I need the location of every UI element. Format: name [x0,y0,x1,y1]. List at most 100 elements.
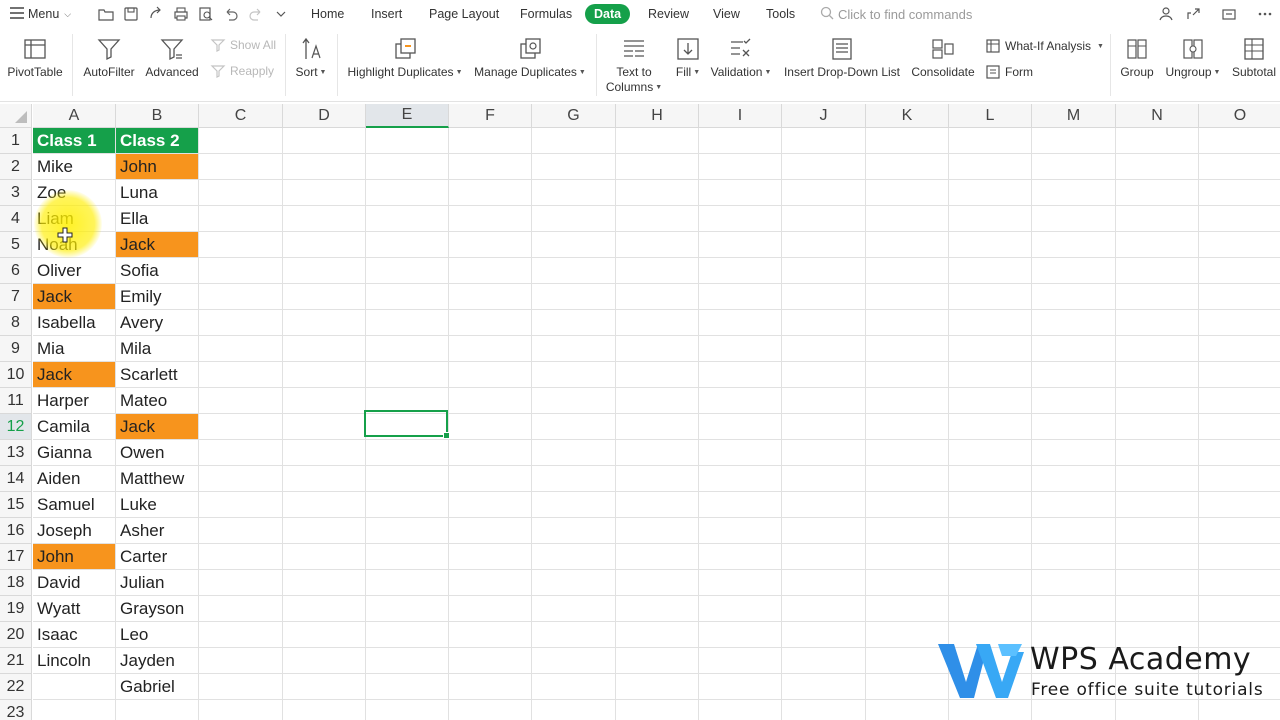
subtotal-button[interactable]: Subtotal [1228,28,1280,80]
cell-g2[interactable] [532,154,616,180]
cell-o10[interactable] [1199,362,1280,388]
tab-formulas[interactable]: Formulas [511,4,581,24]
cell-h5[interactable] [616,232,699,258]
cell-l10[interactable] [949,362,1032,388]
sort-button[interactable]: Sort ▼ [291,28,331,80]
cell-f15[interactable] [449,492,532,518]
form-button[interactable]: Form [985,64,1033,80]
cell-b4[interactable]: Ella [116,206,199,232]
cell-f16[interactable] [449,518,532,544]
cell-b5[interactable]: Jack [116,232,199,258]
cell-j4[interactable] [782,206,866,232]
column-header-o[interactable]: O [1199,104,1280,128]
cell-b9[interactable]: Mila [116,336,199,362]
cell-i14[interactable] [699,466,782,492]
cell-d7[interactable] [283,284,366,310]
cell-b15[interactable]: Luke [116,492,199,518]
cell-a22[interactable] [33,674,116,700]
cell-b1[interactable]: Class 2 [116,128,199,154]
cell-b6[interactable]: Sofia [116,258,199,284]
tab-page-layout[interactable]: Page Layout [420,4,508,24]
cell-f12[interactable] [449,414,532,440]
cell-o1[interactable] [1199,128,1280,154]
select-all-corner[interactable] [0,104,32,128]
cell-i22[interactable] [699,674,782,700]
cell-d4[interactable] [283,206,366,232]
cell-i12[interactable] [699,414,782,440]
cell-o4[interactable] [1199,206,1280,232]
cell-i15[interactable] [699,492,782,518]
cell-m17[interactable] [1032,544,1116,570]
cell-e5[interactable] [366,232,449,258]
cell-k1[interactable] [866,128,949,154]
autofilter-button[interactable]: AutoFilter [80,28,138,80]
cell-i4[interactable] [699,206,782,232]
cell-f18[interactable] [449,570,532,596]
cell-n2[interactable] [1116,154,1199,180]
cell-a15[interactable]: Samuel [33,492,116,518]
cell-a9[interactable]: Mia [33,336,116,362]
cell-f20[interactable] [449,622,532,648]
cell-e9[interactable] [366,336,449,362]
cell-a23[interactable] [33,700,116,720]
cell-h17[interactable] [616,544,699,570]
cell-c9[interactable] [199,336,283,362]
row-header[interactable]: 9 [0,336,32,362]
export-icon[interactable] [147,5,165,23]
cell-c12[interactable] [199,414,283,440]
column-header-e[interactable]: E [366,104,449,128]
cell-i21[interactable] [699,648,782,674]
manage-duplicates-button[interactable]: Manage Duplicates ▼ [472,28,588,80]
cell-g12[interactable] [532,414,616,440]
column-header-c[interactable]: C [199,104,283,128]
cell-n14[interactable] [1116,466,1199,492]
cell-i20[interactable] [699,622,782,648]
what-if-analysis-button[interactable]: What-If Analysis ▼ [985,38,1104,54]
share-user-icon[interactable] [1157,5,1175,23]
fill-button[interactable]: Fill ▼ [670,28,706,80]
cell-g1[interactable] [532,128,616,154]
cell-e8[interactable] [366,310,449,336]
tab-data[interactable]: Data [585,4,631,24]
cell-b3[interactable]: Luna [116,180,199,206]
cell-h15[interactable] [616,492,699,518]
cell-l8[interactable] [949,310,1032,336]
cell-k19[interactable] [866,596,949,622]
cell-g21[interactable] [532,648,616,674]
cell-g18[interactable] [532,570,616,596]
cell-e17[interactable] [366,544,449,570]
cell-o9[interactable] [1199,336,1280,362]
cell-h18[interactable] [616,570,699,596]
cell-c3[interactable] [199,180,283,206]
row-header[interactable]: 13 [0,440,32,466]
row-header[interactable]: 21 [0,648,32,674]
cell-l5[interactable] [949,232,1032,258]
cell-l7[interactable] [949,284,1032,310]
column-header-l[interactable]: L [949,104,1032,128]
group-button[interactable]: Group [1116,28,1158,80]
cell-e11[interactable] [366,388,449,414]
cell-n15[interactable] [1116,492,1199,518]
cell-o19[interactable] [1199,596,1280,622]
cell-j12[interactable] [782,414,866,440]
row-header[interactable]: 19 [0,596,32,622]
cell-n16[interactable] [1116,518,1199,544]
open-folder-icon[interactable] [97,5,115,23]
cell-i10[interactable] [699,362,782,388]
save-icon[interactable] [122,5,140,23]
cell-b16[interactable]: Asher [116,518,199,544]
cell-g4[interactable] [532,206,616,232]
cell-b2[interactable]: John [116,154,199,180]
undo-icon[interactable] [222,5,240,23]
cell-o7[interactable] [1199,284,1280,310]
column-header-m[interactable]: M [1032,104,1116,128]
cell-f3[interactable] [449,180,532,206]
cell-m2[interactable] [1032,154,1116,180]
cell-a17[interactable]: John [33,544,116,570]
tab-home[interactable]: Home [302,4,353,24]
cell-b22[interactable]: Gabriel [116,674,199,700]
cell-e23[interactable] [366,700,449,720]
cell-a11[interactable]: Harper [33,388,116,414]
cell-f1[interactable] [449,128,532,154]
cell-l15[interactable] [949,492,1032,518]
